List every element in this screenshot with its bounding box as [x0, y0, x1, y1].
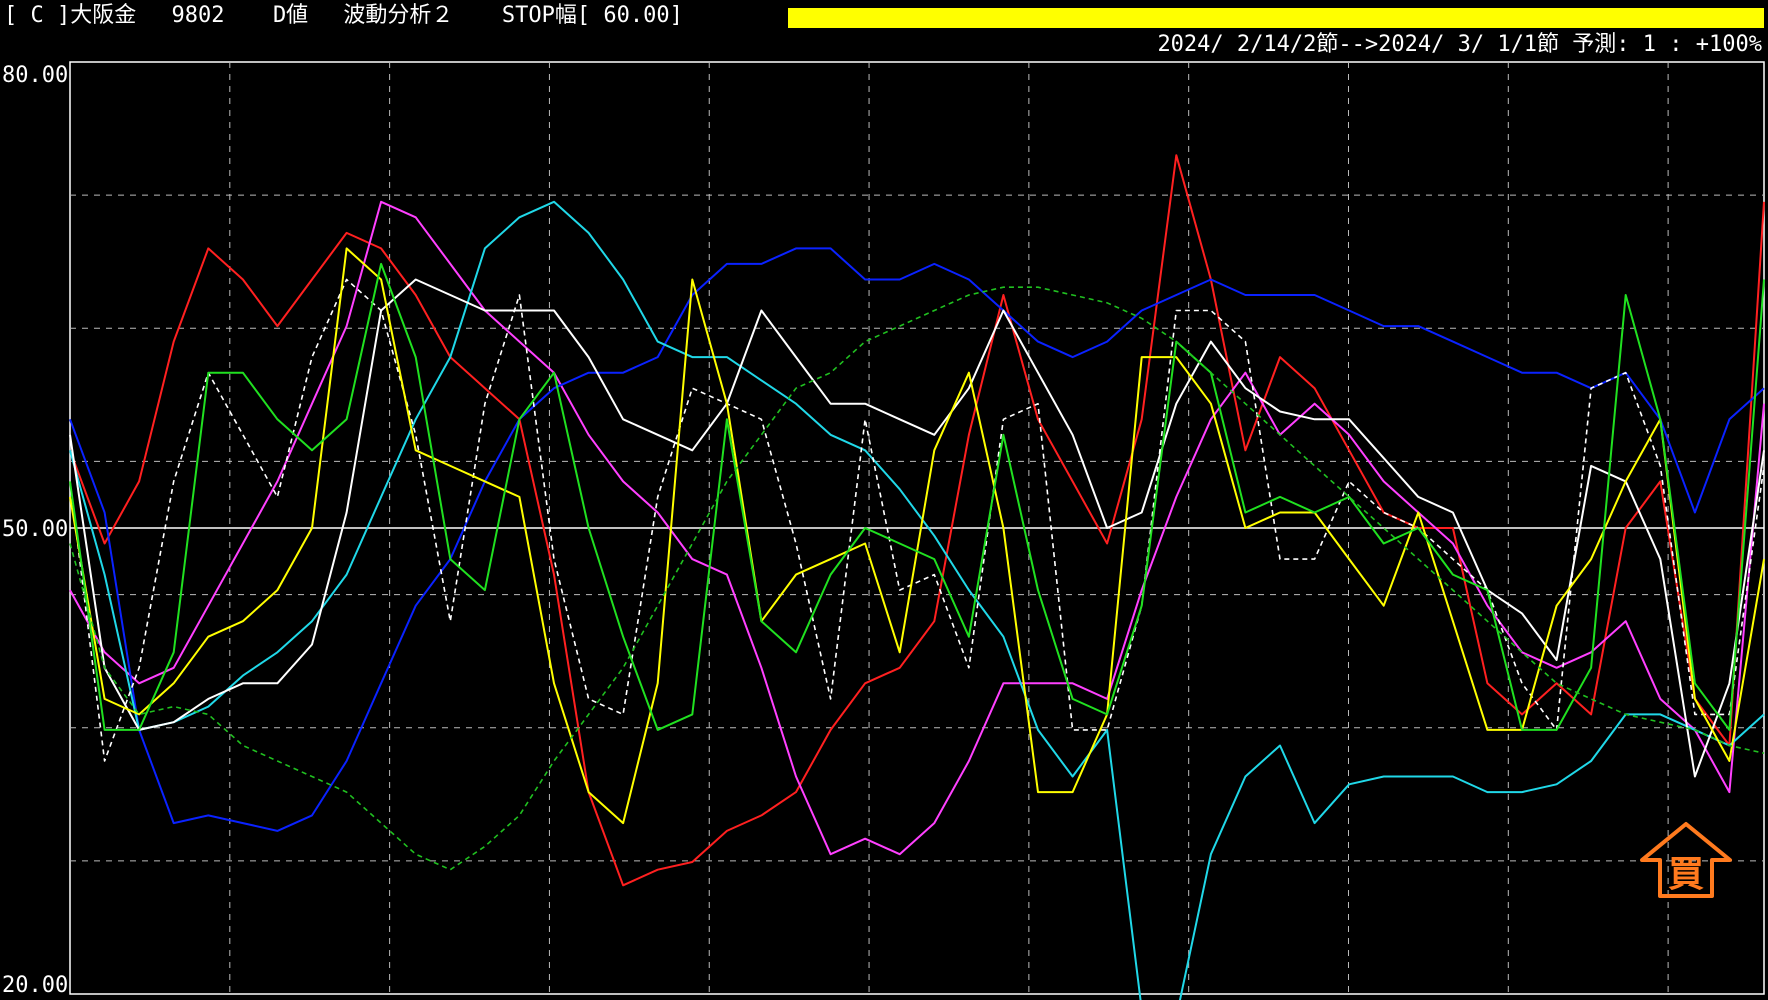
- y-tick-label: 80.00: [2, 63, 68, 88]
- wave-analysis-chart: 80.00 50.00 20.00: [2, 61, 1765, 1000]
- y-tick-label: 20.00: [2, 973, 68, 998]
- y-tick-label: 50.00: [2, 517, 68, 542]
- stop-width-bar: [788, 8, 1764, 28]
- date-range-forecast: 2024/ 2/14/2節-->2024/ 3/ 1/1節 予測: 1 : +1…: [1157, 32, 1762, 57]
- series-line-6: [69, 278, 1765, 762]
- buy-signal-icon: 買: [1640, 822, 1732, 898]
- buy-signal-label: 買: [1668, 854, 1704, 895]
- series-line-1: [69, 154, 1765, 887]
- instrument-info: [ C ]大阪金 9802 D値 波動分析２ STOP幅[ 60.00]: [4, 3, 683, 28]
- series-layer: [69, 154, 1765, 1000]
- series-line-8: [69, 262, 1765, 731]
- series-line-7: [69, 247, 1765, 825]
- grid: [70, 62, 1764, 994]
- series-line-3: [69, 247, 1765, 832]
- y-axis: 80.00 50.00 20.00: [2, 63, 68, 998]
